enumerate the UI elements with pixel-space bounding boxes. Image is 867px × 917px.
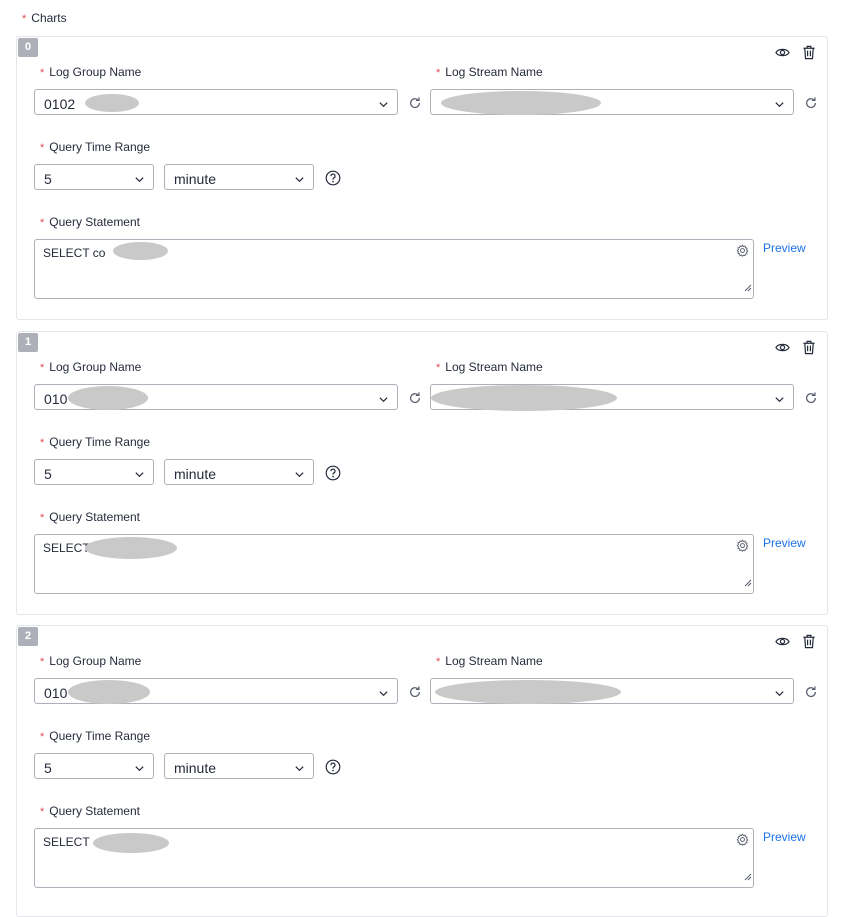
chart-card-1: 1 * Log Group Name * Log Stream Name 010 *… [16, 331, 828, 615]
query-statement-label: * Query Statement [40, 804, 140, 818]
log-stream-label: * Log Stream Name [436, 65, 543, 79]
resize-handle[interactable] [744, 868, 752, 886]
refresh-icon[interactable] [804, 391, 818, 405]
redacted-overlay [68, 386, 148, 410]
time-unit: minute [174, 171, 217, 187]
eye-icon[interactable] [774, 44, 791, 61]
charts-section-title: Charts [31, 11, 67, 25]
log-group-label: * Log Group Name [40, 360, 142, 374]
query-statement-input[interactable]: SELECT [34, 534, 754, 594]
trash-icon[interactable] [800, 633, 817, 650]
log-group-value: 010 [44, 391, 68, 407]
question-circle-icon[interactable] [325, 170, 341, 191]
eye-icon[interactable] [774, 633, 791, 650]
time-value-select[interactable]: 5 [34, 753, 154, 779]
time-unit: minute [174, 760, 217, 776]
query-statement-value: SELECT [43, 541, 90, 555]
chevron-down-icon [134, 761, 145, 779]
chevron-down-icon [378, 97, 389, 115]
log-stream-label: * Log Stream Name [436, 360, 543, 374]
chevron-down-icon [134, 467, 145, 485]
preview-link[interactable]: Preview [763, 830, 806, 844]
redacted-overlay [435, 680, 621, 704]
redacted-overlay [85, 94, 139, 112]
query-statement-value: SELECT co [43, 246, 106, 260]
log-stream-label: * Log Stream Name [436, 654, 543, 668]
eye-icon[interactable] [774, 339, 791, 356]
preview-link[interactable]: Preview [763, 536, 806, 550]
query-statement-value: SELECT [43, 835, 90, 849]
refresh-icon[interactable] [804, 96, 818, 110]
time-unit-select[interactable]: minute [164, 164, 314, 190]
trash-icon[interactable] [800, 339, 817, 356]
redacted-overlay [441, 91, 601, 115]
question-circle-icon[interactable] [325, 465, 341, 486]
log-group-select[interactable]: 0102 [34, 89, 398, 115]
resize-handle[interactable] [744, 279, 752, 297]
chart-card-actions [774, 44, 817, 61]
log-group-label: * Log Group Name [40, 65, 142, 79]
query-time-range-label: * Query Time Range [40, 435, 150, 449]
gear-icon[interactable] [736, 244, 749, 262]
query-time-range-label: * Query Time Range [40, 140, 150, 154]
chart-index-badge: 0 [18, 38, 38, 57]
chevron-down-icon [294, 761, 305, 779]
time-unit-select[interactable]: minute [164, 459, 314, 485]
time-value: 5 [44, 171, 52, 187]
required-asterisk: * [22, 13, 27, 25]
charts-section-label: * Charts [22, 11, 67, 25]
query-time-range-label: * Query Time Range [40, 729, 150, 743]
log-group-label: * Log Group Name [40, 654, 142, 668]
log-group-select[interactable]: 010 [34, 678, 398, 704]
redacted-overlay [85, 537, 177, 559]
refresh-icon[interactable] [804, 685, 818, 699]
log-group-value: 0102 [44, 96, 76, 112]
time-value-select[interactable]: 5 [34, 164, 154, 190]
gear-icon[interactable] [736, 539, 749, 557]
time-value-select[interactable]: 5 [34, 459, 154, 485]
chevron-down-icon [134, 172, 145, 190]
chevron-down-icon [774, 392, 785, 410]
query-statement-label: * Query Statement [40, 510, 140, 524]
time-unit-select[interactable]: minute [164, 753, 314, 779]
chart-card-2: 2 * Log Group Name * Log Stream Name 010 *… [16, 625, 828, 917]
time-value: 5 [44, 466, 52, 482]
log-stream-select[interactable] [430, 678, 794, 704]
log-group-value: 010 [44, 685, 68, 701]
query-statement-input[interactable]: SELECT [34, 828, 754, 888]
chevron-down-icon [294, 467, 305, 485]
redacted-overlay [93, 833, 169, 853]
chart-card-actions [774, 633, 817, 650]
gear-icon[interactable] [736, 833, 749, 851]
log-stream-select[interactable] [430, 384, 794, 411]
chevron-down-icon [378, 686, 389, 704]
time-unit: minute [174, 466, 217, 482]
trash-icon[interactable] [800, 44, 817, 61]
redacted-overlay [68, 680, 150, 704]
redacted-overlay [113, 242, 168, 260]
chart-card-actions [774, 339, 817, 356]
chevron-down-icon [294, 172, 305, 190]
chart-index-badge: 2 [18, 627, 38, 646]
refresh-icon[interactable] [408, 685, 422, 699]
query-statement-label: * Query Statement [40, 215, 140, 229]
chevron-down-icon [378, 392, 389, 410]
log-stream-select[interactable] [430, 89, 794, 115]
preview-link[interactable]: Preview [763, 241, 806, 255]
chevron-down-icon [774, 97, 785, 115]
log-group-select[interactable]: 010 [34, 384, 398, 410]
chart-card-0: 0 * Log Group Name * Log Stream Name 0102 … [16, 36, 828, 320]
refresh-icon[interactable] [408, 96, 422, 110]
chart-index-badge: 1 [18, 333, 38, 352]
query-statement-input[interactable]: SELECT co [34, 239, 754, 299]
refresh-icon[interactable] [408, 391, 422, 405]
time-value: 5 [44, 760, 52, 776]
chevron-down-icon [774, 686, 785, 704]
question-circle-icon[interactable] [325, 759, 341, 780]
resize-handle[interactable] [744, 574, 752, 592]
redacted-overlay [431, 385, 617, 411]
